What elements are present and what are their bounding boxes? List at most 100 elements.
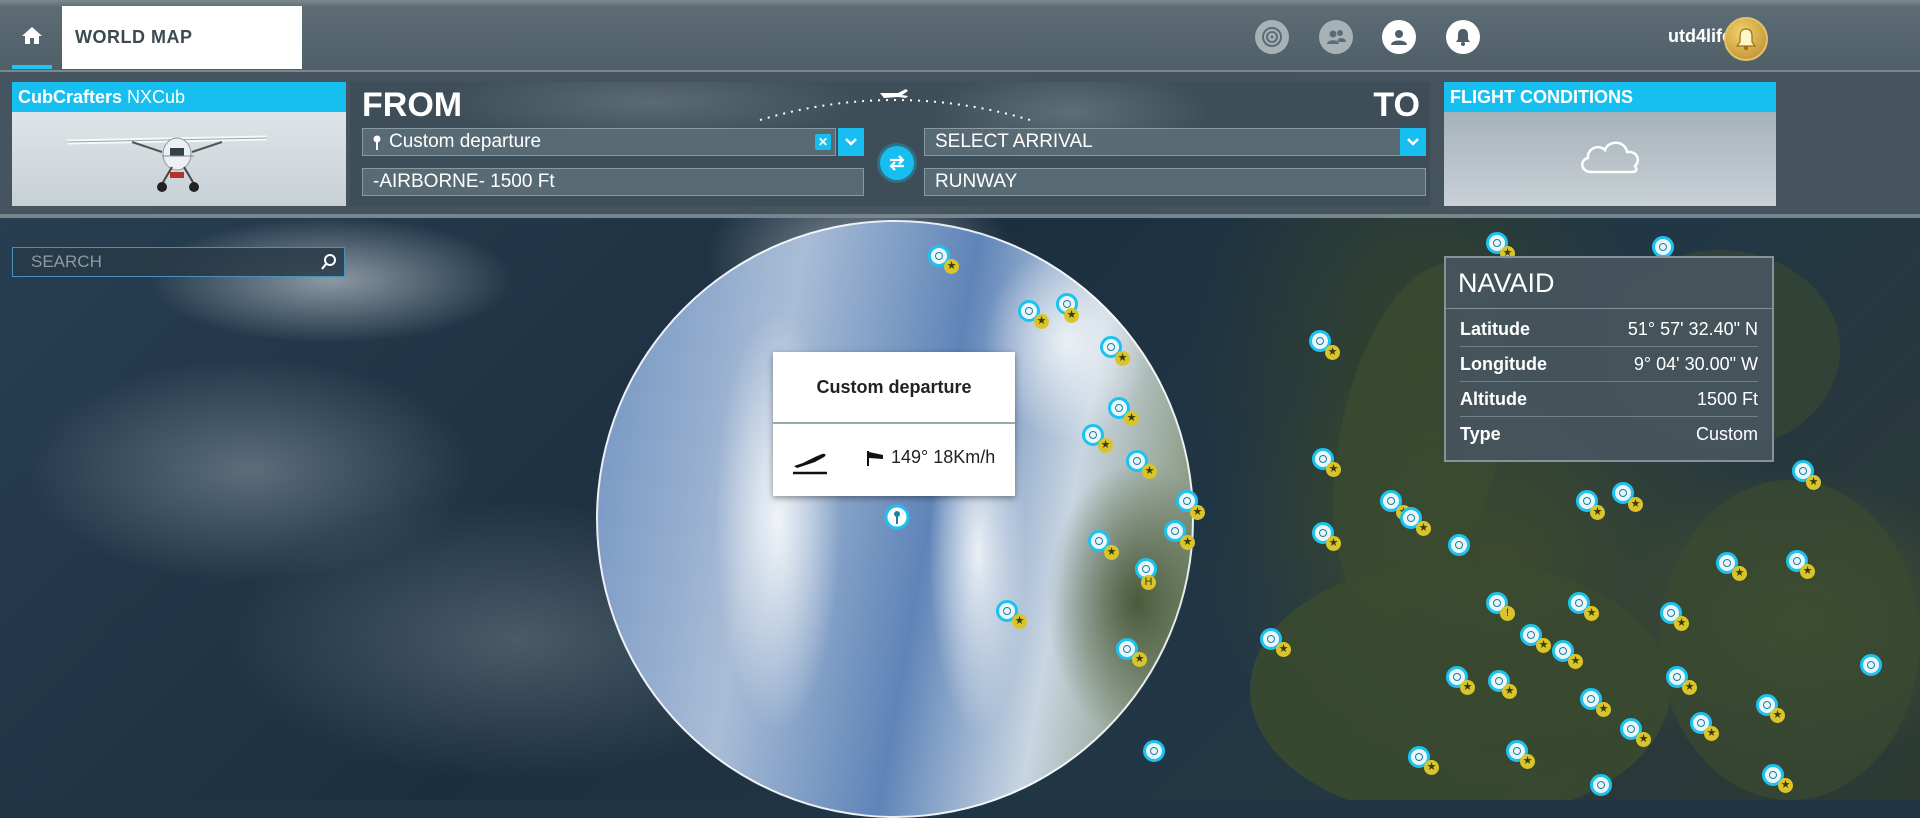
cloud-icon [1581,141,1639,174]
close-icon[interactable]: ✕ [815,134,831,150]
navaid-row-latitude: Latitude 51° 57' 32.40" N [1460,312,1758,347]
search-input[interactable] [13,248,303,276]
star-icon: ★ [1704,726,1719,741]
top-navigation-bar: WORLD MAP utd4life12 [0,0,1920,72]
activity-icon[interactable] [1255,20,1289,54]
profile-icon[interactable] [1382,20,1416,54]
aircraft-title: CubCrafters NXCub [12,82,346,112]
airport-marker[interactable] [1590,774,1612,796]
star-icon: ★ [1115,351,1130,366]
star-icon: ★ [944,259,959,274]
navaid-row-type: Type Custom [1460,417,1758,451]
route-panel: FROM TO Custom departure ✕ -AIRBORNE- 15… [350,82,1430,206]
search-box[interactable] [12,247,345,277]
arrival-select[interactable]: SELECT ARRIVAL [924,128,1402,156]
arrival-position-field[interactable]: RUNWAY [924,168,1426,196]
star-icon: ★ [1190,505,1205,520]
aircraft-model: NXCub [127,87,186,107]
star-icon: ★ [1326,536,1341,551]
star-icon: ★ [1536,638,1551,653]
friends-icon[interactable] [1319,20,1353,54]
star-icon: ★ [1124,411,1139,426]
arrival-position-value: RUNWAY [935,171,1018,192]
star-icon: ★ [1568,654,1583,669]
star-icon: ★ [1424,760,1439,775]
navaid-row-longitude: Longitude 9° 04' 30.00" W [1460,347,1758,382]
departure-select[interactable]: Custom departure ✕ [362,128,836,156]
star-icon: ★ [1806,475,1821,490]
wind-value: 149° 18Km/h [891,447,996,467]
aircraft-brand: CubCrafters [18,87,123,107]
navaid-row-altitude: Altitude 1500 Ft [1460,382,1758,417]
departure-dropdown-button[interactable] [838,128,864,156]
star-icon: ★ [1770,708,1785,723]
departure-value: Custom departure [389,131,542,152]
star-icon: ★ [1098,438,1113,453]
star-icon: ★ [1732,566,1747,581]
home-icon [21,25,43,50]
star-icon: ★ [1276,642,1291,657]
world-map-tab-label: WORLD MAP [75,27,193,47]
star-icon: ★ [1590,505,1605,520]
departure-tooltip: Custom departure 149° 18Km/h [773,352,1015,496]
arrival-value: SELECT ARRIVAL [935,131,1093,152]
navaid-row-label: Altitude [1460,388,1527,409]
active-tab-indicator [12,65,52,69]
star-icon: ★ [1674,616,1689,631]
star-icon: H [1141,575,1156,590]
star-icon: ★ [1628,497,1643,512]
search-icon[interactable] [320,253,338,276]
flight-conditions-title: FLIGHT CONDITIONS [1444,82,1776,112]
star-icon: ★ [1636,732,1651,747]
to-label: TO [1373,86,1420,124]
world-map-tab[interactable]: WORLD MAP [62,6,302,69]
star-icon: ★ [1132,652,1147,667]
star-icon: ★ [1034,314,1049,329]
airport-marker[interactable] [1860,654,1882,676]
bell-avatar-icon[interactable] [1724,17,1768,61]
star-icon: ★ [1180,535,1195,550]
navaid-row-value: 51° 57' 32.40" N [1627,318,1758,339]
star-icon: ★ [1460,680,1475,695]
star-icon: ★ [1520,754,1535,769]
star-icon: ★ [1416,521,1431,536]
star-icon: ★ [1325,345,1340,360]
star-icon: ★ [1104,545,1119,560]
star-icon: ★ [1584,606,1599,621]
aircraft-selection-card[interactable]: CubCrafters NXCub [12,82,346,206]
navaid-row-label: Longitude [1460,353,1547,374]
star-icon: ★ [1012,614,1027,629]
airport-marker[interactable] [1143,740,1165,762]
star-icon: ★ [1326,462,1341,477]
star-icon: ★ [1682,680,1697,695]
star-icon: ★ [1596,702,1611,717]
aircraft-image [66,135,268,192]
landmass [1660,480,1920,800]
swap-icon[interactable] [880,146,914,180]
arrival-dropdown-button[interactable] [1400,128,1426,156]
airport-marker[interactable] [1652,236,1674,258]
home-tab[interactable] [12,6,52,69]
star-icon: ! [1500,606,1515,621]
star-icon: ★ [1502,684,1517,699]
navaid-row-label: Type [1460,423,1501,444]
departure-point-marker[interactable] [884,504,910,539]
wind-info: 149° 18Km/h [865,447,995,468]
pin-icon [884,504,910,530]
airport-marker[interactable] [1448,534,1470,556]
star-icon: ★ [1800,564,1815,579]
departure-position-field[interactable]: -AIRBORNE- 1500 Ft [362,168,864,196]
pin-icon [373,135,381,150]
flight-planner-bar: CubCrafters NXCub FROM TO Custom departu… [0,72,1920,218]
departure-position-value: -AIRBORNE- 1500 Ft [373,171,555,192]
star-icon: ★ [1142,464,1157,479]
takeoff-icon [793,453,827,475]
navaid-title: NAVAID [1446,258,1772,309]
star-icon: ★ [1778,778,1793,793]
chevron-down-icon [1407,138,1419,146]
flight-conditions-card[interactable]: FLIGHT CONDITIONS [1444,82,1776,206]
navaid-info-panel: NAVAID Latitude 51° 57' 32.40" N Longitu… [1444,256,1774,462]
notifications-icon[interactable] [1446,20,1480,54]
navaid-row-label: Latitude [1460,318,1530,339]
navaid-row-value: Custom [1695,423,1758,444]
